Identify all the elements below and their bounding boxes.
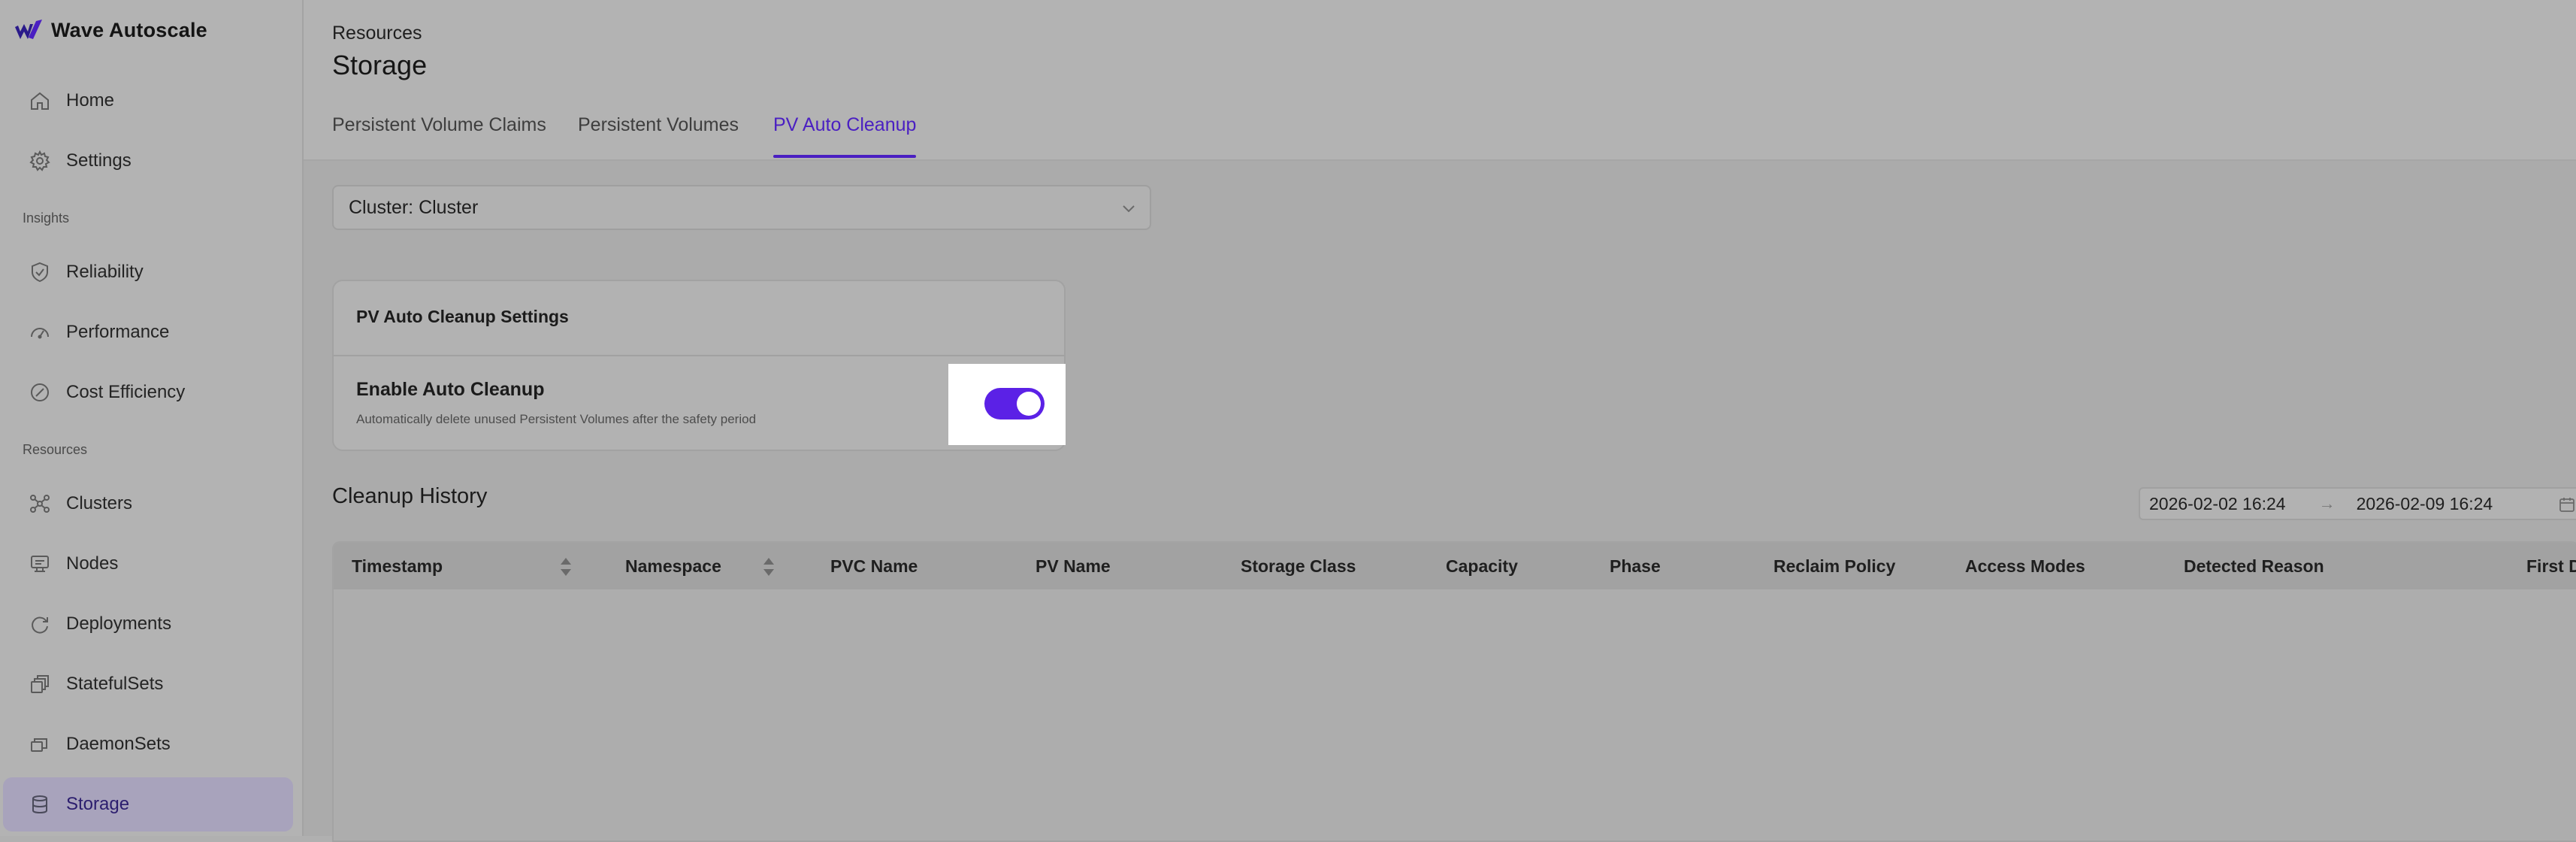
chevron-down-icon bbox=[1123, 205, 1135, 213]
app-name: Wave Autoscale bbox=[51, 18, 207, 41]
column-header-pvc-name: PVC Name bbox=[830, 556, 918, 576]
sidebar-item-label: Clusters bbox=[66, 493, 133, 513]
section-label-insights: Insights bbox=[23, 210, 70, 226]
calendar-icon[interactable] bbox=[2558, 495, 2576, 513]
sidebar-item-label: Cost Efficiency bbox=[66, 382, 186, 402]
sidebar-item-clusters[interactable]: Clusters bbox=[3, 477, 293, 531]
brand[interactable]: Wave Autoscale bbox=[14, 17, 207, 44]
column-header-pv-name: PV Name bbox=[1036, 556, 1111, 576]
gear-icon bbox=[27, 148, 53, 174]
column-header-phase: Phase bbox=[1610, 556, 1661, 576]
column-header-access-modes: Access Modes bbox=[1965, 556, 2085, 576]
sidebar-item-statefulsets[interactable]: StatefulSets bbox=[3, 657, 293, 711]
toggle-highlight bbox=[948, 364, 1066, 445]
sidebar-item-label: Settings bbox=[66, 150, 132, 171]
column-header-namespace[interactable]: Namespace bbox=[625, 556, 721, 577]
column-header-detected-reason: Detected Reason bbox=[2184, 556, 2324, 576]
page-title: Storage bbox=[332, 50, 428, 80]
sidebar-item-settings[interactable]: Settings bbox=[3, 134, 293, 188]
sidebar-item-deployments[interactable]: Deployments bbox=[3, 597, 293, 651]
tab-label: Persistent Volume Claims bbox=[332, 114, 546, 135]
breadcrumb[interactable]: Resources bbox=[332, 23, 422, 44]
settings-card-title: PV Auto Cleanup Settings bbox=[356, 307, 569, 326]
date-to-input[interactable]: 2026-02-09 16:24 bbox=[2357, 494, 2493, 514]
server-icon bbox=[27, 551, 53, 577]
table-header: Timestamp Namespace PVC Name PV Name Sto… bbox=[334, 543, 2576, 589]
sidebar-item-label: Reliability bbox=[66, 262, 144, 282]
column-header-reclaim-policy: Reclaim Policy bbox=[1773, 556, 1896, 576]
sidebar-item-home[interactable]: Home bbox=[3, 74, 293, 128]
column-header-storage-class: Storage Class bbox=[1241, 556, 1356, 576]
active-tab-indicator bbox=[773, 155, 917, 158]
enable-auto-cleanup-toggle[interactable] bbox=[984, 388, 1045, 419]
stack-icon bbox=[27, 671, 53, 697]
sidebar-item-performance[interactable]: Performance bbox=[3, 305, 293, 359]
percent-badge-icon bbox=[27, 380, 53, 405]
tab-persistent-volumes[interactable]: Persistent Volumes bbox=[578, 114, 739, 158]
column-header-first-detected: First De bbox=[2526, 556, 2576, 576]
cluster-select-value: Cluster: Cluster bbox=[349, 196, 479, 218]
divider bbox=[334, 355, 1064, 356]
sidebar-item-label: Home bbox=[66, 90, 115, 111]
cleanup-history-table: Timestamp Namespace PVC Name PV Name Sto… bbox=[332, 541, 2576, 842]
enable-auto-cleanup-label: Enable Auto Cleanup bbox=[356, 379, 545, 400]
sort-icon[interactable] bbox=[762, 556, 776, 577]
toggle-knob bbox=[1017, 392, 1041, 416]
sidebar: Wave Autoscale Home Settings Insights Re… bbox=[0, 0, 304, 836]
gauge-icon bbox=[27, 320, 53, 345]
pv-auto-cleanup-settings-card: PV Auto Cleanup Settings Enable Auto Cle… bbox=[332, 280, 1066, 451]
sidebar-item-storage[interactable]: Storage bbox=[3, 777, 293, 831]
enable-auto-cleanup-description: Automatically delete unused Persistent V… bbox=[356, 412, 757, 426]
stack-icon bbox=[27, 731, 53, 757]
sidebar-item-daemonsets[interactable]: DaemonSets bbox=[3, 717, 293, 771]
cluster-select[interactable]: Cluster: Cluster bbox=[332, 185, 1151, 230]
column-header-capacity: Capacity bbox=[1446, 556, 1518, 576]
refresh-icon bbox=[27, 611, 53, 637]
column-header-timestamp[interactable]: Timestamp bbox=[352, 556, 443, 577]
arrow-right-icon: → bbox=[2318, 494, 2336, 513]
cleanup-history-title: Cleanup History bbox=[332, 484, 488, 508]
sort-icon[interactable] bbox=[559, 556, 573, 577]
sidebar-item-label: Performance bbox=[66, 322, 170, 342]
sidebar-item-label: Nodes bbox=[66, 553, 119, 574]
sidebar-item-nodes[interactable]: Nodes bbox=[3, 537, 293, 591]
wave-logo-icon bbox=[15, 20, 42, 39]
shield-check-icon bbox=[27, 259, 53, 285]
tab-label: PV Auto Cleanup bbox=[773, 114, 917, 135]
sidebar-item-label: StatefulSets bbox=[66, 674, 164, 694]
sidebar-item-label: Deployments bbox=[66, 613, 172, 634]
cluster-network-icon bbox=[27, 491, 53, 516]
sidebar-item-reliability[interactable]: Reliability bbox=[3, 245, 293, 299]
database-icon bbox=[27, 792, 53, 817]
tab-persistent-volume-claims[interactable]: Persistent Volume Claims bbox=[332, 114, 546, 158]
page-header: Resources Storage Persistent Volume Clai… bbox=[304, 0, 2576, 161]
main-content: Cluster: Cluster PV Auto Cleanup Setting… bbox=[304, 161, 2576, 842]
sidebar-item-label: Storage bbox=[66, 794, 130, 814]
section-label-resources: Resources bbox=[23, 442, 88, 457]
date-from-input[interactable]: 2026-02-02 16:24 bbox=[2149, 494, 2286, 514]
tab-pv-auto-cleanup[interactable]: PV Auto Cleanup bbox=[773, 114, 917, 158]
tab-label: Persistent Volumes bbox=[578, 114, 739, 135]
sidebar-item-cost-efficiency[interactable]: Cost Efficiency bbox=[3, 365, 293, 419]
sidebar-item-label: DaemonSets bbox=[66, 734, 171, 754]
home-icon bbox=[27, 88, 53, 114]
date-range-picker[interactable]: 2026-02-02 16:24 → 2026-02-09 16:24 bbox=[2139, 487, 2576, 520]
